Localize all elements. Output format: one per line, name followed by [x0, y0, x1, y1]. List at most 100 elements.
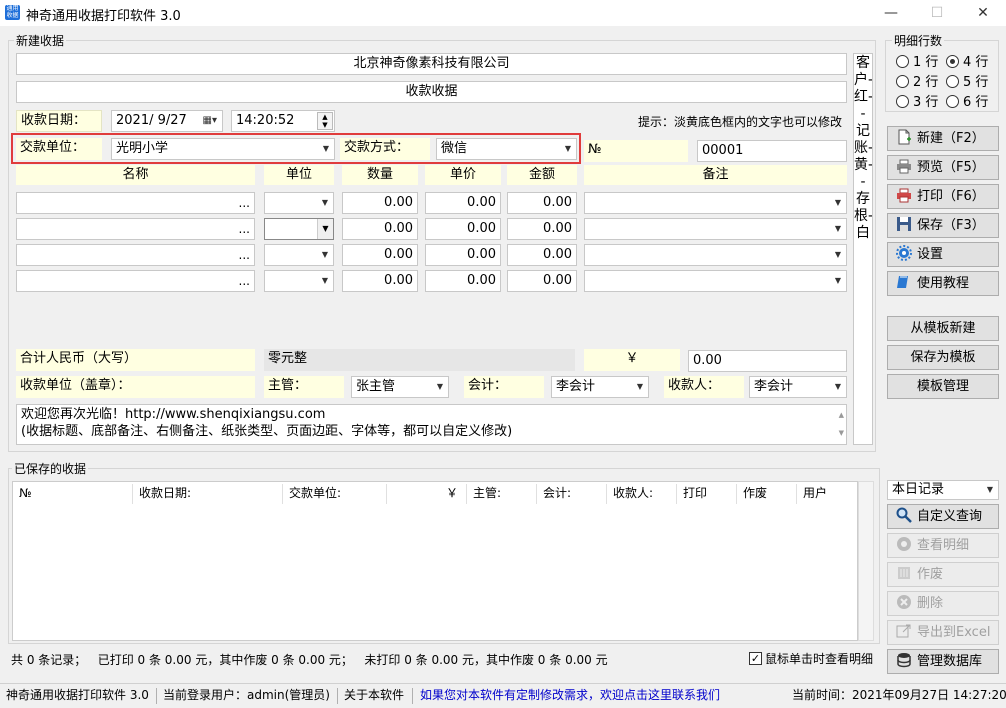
new-button[interactable]: 新建（F2）	[887, 126, 999, 151]
item-price-input[interactable]: 0.00	[425, 218, 501, 240]
manager-label[interactable]: 主管：	[264, 376, 344, 398]
manager-select[interactable]: 张主管 ▼	[351, 376, 449, 398]
delete-button[interactable]: 删除	[887, 591, 999, 616]
save-button[interactable]: 保存（F3）	[887, 213, 999, 238]
side-note-field[interactable]: 客户-红--记账-黄--存根-白	[853, 53, 873, 445]
rows-option-2[interactable]: 2 行	[896, 71, 938, 90]
item-qty-input[interactable]: 0.00	[342, 270, 418, 292]
saved-col-date[interactable]: 收款日期:	[133, 484, 283, 504]
saved-col-user[interactable]: 用户	[797, 484, 857, 504]
yen-label[interactable]: ￥	[584, 349, 680, 371]
item-amount-input[interactable]: 0.00	[507, 218, 577, 240]
col-price-header[interactable]: 单价	[425, 165, 501, 185]
saved-col-accountant[interactable]: 会计:	[537, 484, 607, 504]
item-note-select[interactable]: ▼	[584, 270, 847, 292]
cashier-label[interactable]: 收款人：	[664, 376, 744, 398]
item-unit-select[interactable]: ▼	[264, 270, 334, 292]
no-label[interactable]: №	[584, 140, 688, 162]
saved-table-scrollbar[interactable]	[858, 481, 874, 641]
col-unit-header[interactable]: 单位	[264, 165, 334, 185]
print-button[interactable]: 打印（F6）	[887, 184, 999, 209]
void-button[interactable]: 作废	[887, 562, 999, 587]
contact-link[interactable]: 如果您对本软件有定制修改需求，欢迎点击这里联系我们	[420, 684, 720, 707]
item-amount-input[interactable]: 0.00	[507, 244, 577, 266]
time-picker[interactable]: 14:20:52 ▲ ▼	[231, 110, 335, 132]
item-name-input[interactable]: ...	[16, 270, 255, 292]
item-qty-input[interactable]: 0.00	[342, 244, 418, 266]
calendar-icon[interactable]: ▦▾	[203, 111, 217, 131]
rows-option-5[interactable]: 5 行	[946, 71, 988, 90]
item-amount-input[interactable]: 0.00	[507, 270, 577, 292]
company-name-field[interactable]: 北京神奇像素科技有限公司	[16, 53, 847, 75]
scroll-down-icon[interactable]: ▼	[839, 425, 844, 442]
item-name-input[interactable]: ...	[16, 218, 255, 240]
rows-option-6[interactable]: 6 行	[946, 91, 988, 110]
item-amount-input[interactable]: 0.00	[507, 192, 577, 214]
settings-button[interactable]: 设置	[887, 242, 999, 267]
rows-option-3[interactable]: 3 行	[896, 91, 938, 110]
accountant-label[interactable]: 会计：	[464, 376, 544, 398]
preview-button[interactable]: 预览（F5）	[887, 155, 999, 180]
item-unit-select[interactable]: ▼	[264, 244, 334, 266]
minimize-button[interactable]: —	[868, 0, 914, 26]
date-label[interactable]: 收款日期：	[16, 110, 102, 132]
template-manage-button[interactable]: 模板管理	[887, 374, 999, 399]
item-note-select[interactable]: ▼	[584, 244, 847, 266]
time-spinner[interactable]: ▲ ▼	[317, 112, 333, 130]
record-range-select[interactable]: 本日记录 ▼	[887, 480, 999, 500]
tutorial-button[interactable]: 使用教程	[887, 271, 999, 296]
item-qty-input[interactable]: 0.00	[342, 192, 418, 214]
custom-query-button[interactable]: 自定义查询	[887, 504, 999, 529]
item-note-select[interactable]: ▼	[584, 192, 847, 214]
item-note-select[interactable]: ▼	[584, 218, 847, 240]
rows-option-1[interactable]: 1 行	[896, 51, 938, 70]
accountant-select[interactable]: 李会计 ▼	[551, 376, 649, 398]
view-detail-button[interactable]: 查看明细	[887, 533, 999, 558]
new-from-template-button[interactable]: 从模板新建	[887, 316, 999, 341]
date-picker[interactable]: 2021/ 9/27 ▦▾	[111, 110, 223, 132]
saved-col-print[interactable]: 打印	[677, 484, 737, 504]
saved-col-amount[interactable]: ￥	[387, 484, 467, 504]
col-note-header[interactable]: 备注	[584, 165, 847, 185]
item-price-input[interactable]: 0.00	[425, 270, 501, 292]
item-unit-select[interactable]: ▼	[264, 218, 334, 240]
export-excel-button[interactable]: 导出到Excel	[887, 620, 999, 645]
seal-label[interactable]: 收款单位（盖章）：	[16, 376, 255, 398]
rows-option-4[interactable]: 4 行	[946, 51, 988, 70]
method-label[interactable]: 交款方式：	[340, 138, 430, 160]
ellipsis-icon[interactable]: ...	[239, 271, 250, 291]
col-name-header[interactable]: 名称	[16, 165, 255, 185]
item-name-input[interactable]: ...	[16, 244, 255, 266]
item-name-input[interactable]: ...	[16, 192, 255, 214]
click-detail-checkbox[interactable]: ✓ 鼠标单击时查看明细	[749, 650, 873, 667]
about-link[interactable]: 关于本软件	[344, 684, 404, 707]
payer-label[interactable]: 交款单位：	[16, 138, 102, 160]
close-button[interactable]: ✕	[960, 0, 1006, 26]
item-price-input[interactable]: 0.00	[425, 244, 501, 266]
maximize-button[interactable]: ☐	[914, 0, 960, 26]
method-select[interactable]: 微信 ▼	[436, 138, 577, 160]
footer-note-textarea[interactable]: 欢迎您再次光临！http://www.shenqixiangsu.com (收据…	[16, 404, 847, 445]
no-input[interactable]: 00001	[697, 140, 847, 162]
saved-col-void[interactable]: 作废	[737, 484, 797, 504]
receipt-title-field[interactable]: 收款收据	[16, 81, 847, 103]
scroll-up-icon[interactable]: ▲	[839, 407, 844, 424]
ellipsis-icon[interactable]: ...	[239, 245, 250, 265]
saved-col-cashier[interactable]: 收款人:	[607, 484, 677, 504]
col-amount-header[interactable]: 金额	[507, 165, 577, 185]
save-as-template-button[interactable]: 保存为模板	[887, 345, 999, 370]
item-price-input[interactable]: 0.00	[425, 192, 501, 214]
ellipsis-icon[interactable]: ...	[239, 193, 250, 213]
saved-receipts-table[interactable]	[12, 481, 858, 641]
col-qty-header[interactable]: 数量	[342, 165, 418, 185]
ellipsis-icon[interactable]: ...	[239, 219, 250, 239]
item-unit-select[interactable]: ▼	[264, 192, 334, 214]
item-qty-input[interactable]: 0.00	[342, 218, 418, 240]
total-words-label[interactable]: 合计人民币（大写）	[16, 349, 255, 371]
saved-col-no[interactable]: №	[13, 484, 133, 504]
manage-database-button[interactable]: 管理数据库	[887, 649, 999, 674]
saved-col-payer[interactable]: 交款单位:	[283, 484, 387, 504]
cashier-select[interactable]: 李会计 ▼	[749, 376, 847, 398]
saved-col-manager[interactable]: 主管:	[467, 484, 537, 504]
payer-select[interactable]: 光明小学 ▼	[111, 138, 335, 160]
